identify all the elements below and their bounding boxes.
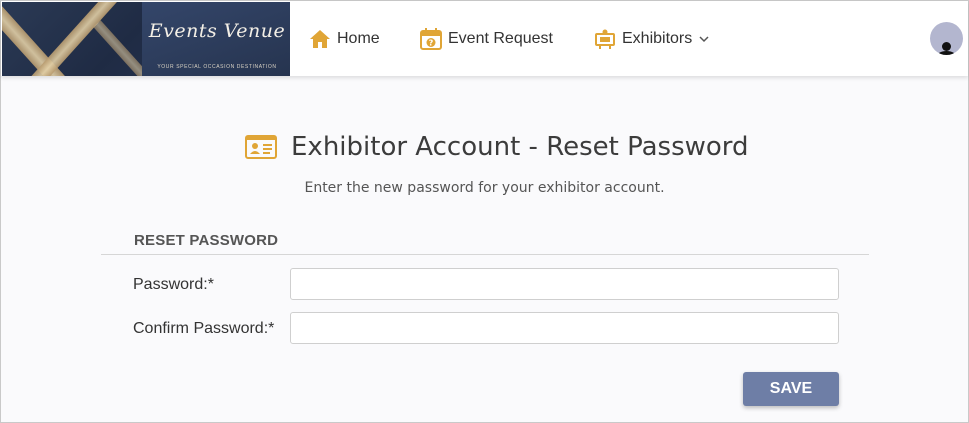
confirm-password-input[interactable] <box>290 312 839 344</box>
page-heading: Exhibitor Account - Reset Password <box>245 132 749 162</box>
password-label: Password:* <box>133 276 214 293</box>
section-title: RESET PASSWORD <box>134 232 279 249</box>
chevron-down-icon <box>699 35 709 42</box>
avatar-head <box>942 42 951 51</box>
nav-exhibitors-label: Exhibitors <box>622 30 693 47</box>
password-input[interactable] <box>290 268 839 300</box>
user-avatar[interactable] <box>930 22 963 55</box>
calendar-question-icon: ? <box>420 28 442 50</box>
svg-text:?: ? <box>429 39 434 48</box>
events-venue-logo[interactable]: Events Venue YOUR SPECIAL OCCASION DESTI… <box>2 2 290 76</box>
exhibitor-booth-icon <box>595 29 615 49</box>
save-button[interactable]: SAVE <box>743 372 839 406</box>
page-title: Exhibitor Account - Reset Password <box>291 132 749 162</box>
nav-event-request-label: Event Request <box>448 30 553 47</box>
section-divider <box>101 254 869 255</box>
nav-exhibitors-dropdown[interactable]: Exhibitors <box>594 27 715 51</box>
nav-home-label: Home <box>337 30 380 47</box>
id-card-icon <box>245 135 277 159</box>
logo-tagline: YOUR SPECIAL OCCASION DESTINATION <box>157 64 277 70</box>
nav-home[interactable]: Home <box>309 27 380 51</box>
logo-script-text: Events Venue <box>148 20 286 42</box>
page-subtitle: Enter the new password for your exhibito… <box>304 180 665 196</box>
top-navbar: Events Venue YOUR SPECIAL OCCASION DESTI… <box>1 1 968 76</box>
avatar-body <box>937 51 956 55</box>
home-icon <box>310 30 330 48</box>
main-content: Exhibitor Account - Reset Password Enter… <box>1 76 968 422</box>
nav-event-request[interactable]: ? Event Request <box>420 27 553 51</box>
confirm-password-label: Confirm Password:* <box>133 320 275 337</box>
